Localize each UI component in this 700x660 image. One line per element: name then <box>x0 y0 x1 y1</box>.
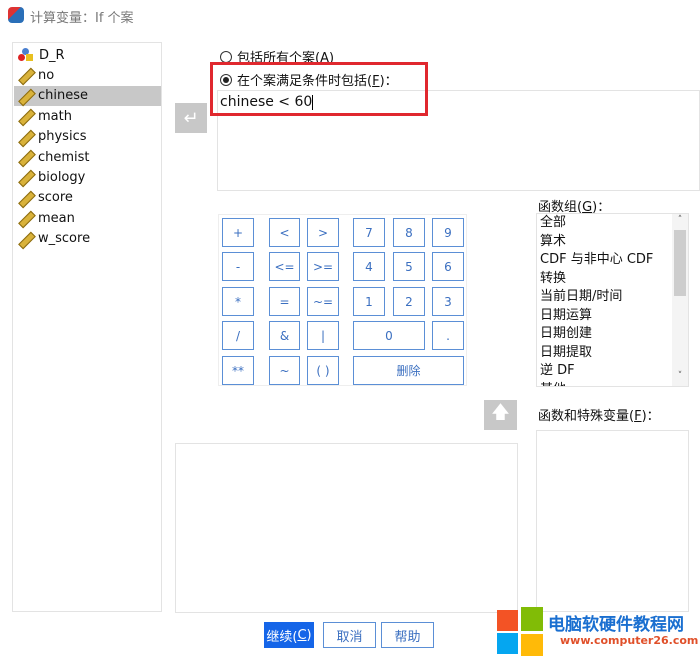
keypad-button[interactable]: 3 <box>432 287 464 316</box>
function-description-area <box>175 443 518 613</box>
keypad-button[interactable]: | <box>307 321 339 350</box>
variable-name: math <box>38 108 72 124</box>
keypad-button[interactable]: 5 <box>393 252 425 281</box>
cancel-button[interactable]: 取消 <box>323 622 376 648</box>
variable-name: score <box>38 190 73 206</box>
variable-item[interactable]: math <box>14 106 161 126</box>
keypad-button[interactable]: >= <box>307 252 339 281</box>
variable-name: mean <box>38 210 75 226</box>
function-group-item[interactable]: 全部 <box>537 214 688 233</box>
scale-variable-icon <box>18 232 32 246</box>
scale-variable-icon <box>18 170 32 184</box>
keypad-button[interactable]: 4 <box>353 252 385 281</box>
variable-name: D_R <box>39 47 65 63</box>
move-function-button[interactable]: 🡅 <box>484 400 517 430</box>
function-group-item[interactable]: 日期创建 <box>537 325 688 344</box>
scale-variable-icon <box>18 89 32 103</box>
arrow-up-icon: 🡅 <box>491 402 510 423</box>
scale-variable-icon <box>18 130 32 144</box>
keypad-button[interactable]: 9 <box>432 218 464 247</box>
highlight-annotation <box>210 62 428 116</box>
variable-item[interactable]: chemist <box>14 147 161 167</box>
variable-item[interactable]: chinese <box>14 85 161 106</box>
arrow-left-icon: ↵ <box>183 107 199 129</box>
keypad-button[interactable]: ** <box>222 356 254 385</box>
watermark-title: 电脑软硬件教程网 <box>548 615 684 635</box>
calculator-keypad: + < >7 8 9 - <= >= 4 5 6 * = ~= 1 2 3 /& | 0. ** ~( ) 删除 <box>218 214 467 386</box>
move-to-expression-button[interactable]: ↵ <box>175 103 207 133</box>
function-group-item[interactable]: 算术 <box>537 233 688 252</box>
function-group-list[interactable]: 全部 算术 CDF 与非中心 CDF 转换 当前日期/时间 日期运算 日期创建 日期提取逆 D… <box>536 213 689 387</box>
keypad-button[interactable]: + <box>222 218 254 247</box>
variable-item[interactable]: physics <box>14 127 161 147</box>
keypad-button[interactable]: = <box>269 287 300 316</box>
keypad-button[interactable]: / <box>222 321 254 350</box>
keypad-button[interactable]: > <box>307 218 339 247</box>
keypad-button[interactable]: - <box>222 252 254 281</box>
windows-logo-icon <box>497 607 543 656</box>
variable-name: chinese <box>38 88 89 104</box>
keypad-button[interactable]: & <box>269 321 300 350</box>
keypad-button[interactable]: 2 <box>393 287 425 316</box>
variable-name: physics <box>38 129 87 145</box>
variable-name: chemist <box>38 149 90 165</box>
function-group-item[interactable]: 转换 <box>537 270 688 289</box>
scale-variable-icon <box>18 150 32 164</box>
scroll-up-icon[interactable]: ˄ <box>672 215 688 229</box>
scale-variable-icon <box>18 109 32 123</box>
keypad-button[interactable]: . <box>432 321 464 350</box>
scrollbar[interactable]: ˄ ˅ <box>672 214 688 386</box>
app-icon <box>8 7 24 23</box>
function-group-item[interactable]: CDF 与非中心 CDF <box>537 251 688 270</box>
scroll-down-icon[interactable]: ˅ <box>672 371 688 385</box>
scale-variable-icon <box>18 191 32 205</box>
keypad-button[interactable]: 删除 <box>353 356 464 385</box>
keypad-button[interactable]: < <box>269 218 300 247</box>
scale-variable-icon <box>18 211 32 225</box>
variable-name: w_score <box>38 231 91 247</box>
scrollbar-thumb[interactable] <box>674 230 686 296</box>
function-group-item[interactable]: 逆 DF <box>537 362 688 381</box>
scale-variable-icon <box>18 68 32 82</box>
radio-icon <box>220 50 232 63</box>
variable-item[interactable]: D_R <box>14 45 161 65</box>
variable-item[interactable]: biology <box>14 167 161 187</box>
help-button[interactable]: 帮助 <box>381 622 434 648</box>
keypad-button[interactable]: 0 <box>353 321 425 350</box>
continue-button[interactable]: 继续(C) <box>264 622 314 648</box>
window-title: 计算变量：If 个案 <box>30 11 134 26</box>
keypad-button[interactable]: 1 <box>353 287 385 316</box>
functions-list[interactable] <box>536 430 689 612</box>
function-group-item[interactable]: 日期运算 <box>537 307 688 326</box>
keypad-button[interactable]: 8 <box>393 218 425 247</box>
variable-item[interactable]: mean <box>14 208 161 228</box>
variable-item[interactable]: no <box>14 65 161 85</box>
keypad-button[interactable]: * <box>222 287 254 316</box>
function-group-item[interactable]: 当前日期/时间 <box>537 288 688 307</box>
function-group-item[interactable]: 日期提取 <box>537 344 688 363</box>
keypad-button[interactable]: <= <box>269 252 300 281</box>
variable-name: no <box>38 67 55 83</box>
variable-list[interactable]: D_Rno chinese math physics chemist biology sco… <box>12 42 162 612</box>
keypad-button[interactable]: 6 <box>432 252 464 281</box>
keypad-button[interactable]: ( ) <box>307 356 339 385</box>
function-group-item[interactable]: 其他 <box>537 381 688 387</box>
functions-label: 函数和特殊变量(F)： <box>538 409 660 424</box>
keypad-button[interactable]: ~ <box>269 356 300 385</box>
variable-item[interactable]: w_score <box>14 229 161 249</box>
keypad-button[interactable]: ~= <box>307 287 339 316</box>
keypad-button[interactable]: 7 <box>353 218 385 247</box>
variable-item[interactable]: score <box>14 188 161 208</box>
nominal-variable-icon <box>18 48 34 62</box>
watermark-url: www.computer26.com <box>560 634 699 647</box>
variable-name: biology <box>38 169 86 185</box>
